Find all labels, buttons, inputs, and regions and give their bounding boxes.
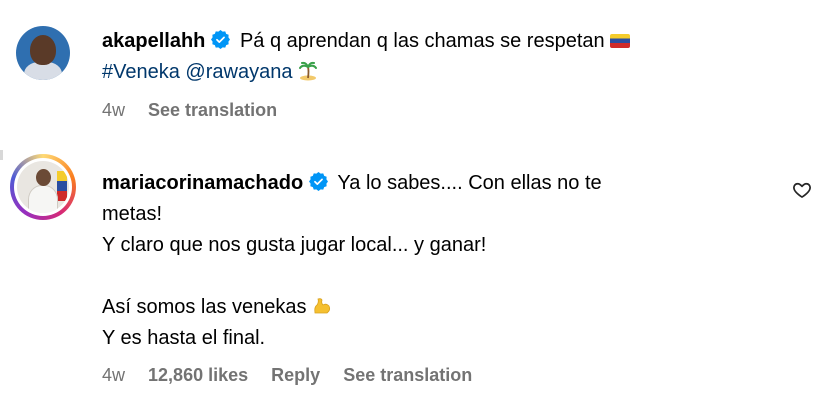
username[interactable]: akapellahh [102,30,205,52]
comment-age: 4w [102,100,126,120]
comment-text: akapellahh Pá q aprendan q las chamas se… [102,26,762,88]
likes-count[interactable]: 12,860 likes [148,365,248,385]
comment-text: mariacorinamachado Ya lo sabes.... Con e… [102,168,762,354]
reply-button[interactable]: Reply [271,365,320,385]
avatar-person-body [28,185,58,213]
comment-line-2: metas! [102,203,163,225]
comment-line-3: Y claro que nos gusta jugar local... y g… [102,234,487,256]
comment-age: 4w [102,365,126,385]
comment-line-1: Ya lo sabes.... Con ellas no te [337,172,602,194]
avatar[interactable] [16,26,70,80]
comment-line-4: Así somos las venekas [102,296,307,318]
flexed-biceps-icon [314,298,331,314]
avatar-person-head [36,169,51,186]
verified-badge-icon [309,172,329,191]
avatar-flag [57,171,67,201]
venezuela-flag-icon [610,34,631,48]
mention-link[interactable]: @rawayana [185,61,292,83]
avatar-face [30,35,56,65]
see-translation-button[interactable]: See translation [148,100,277,120]
island-icon [299,61,318,81]
hashtag-link[interactable]: #Veneka [102,61,180,83]
see-translation-button[interactable]: See translation [343,365,472,385]
comment-line-5: Y es hasta el final. [102,327,266,349]
like-heart-icon[interactable] [792,180,812,200]
avatar-photo [17,161,69,213]
username[interactable]: mariacorinamachado [102,172,303,194]
comment-meta: 4w See translation [102,100,295,121]
comment-meta: 4w 12,860 likes Reply See translation [102,365,490,386]
comment-body: Pá q aprendan q las chamas se respetan [239,30,605,52]
thread-indicator [0,150,3,160]
verified-badge-icon [211,30,231,49]
avatar[interactable] [14,158,72,216]
